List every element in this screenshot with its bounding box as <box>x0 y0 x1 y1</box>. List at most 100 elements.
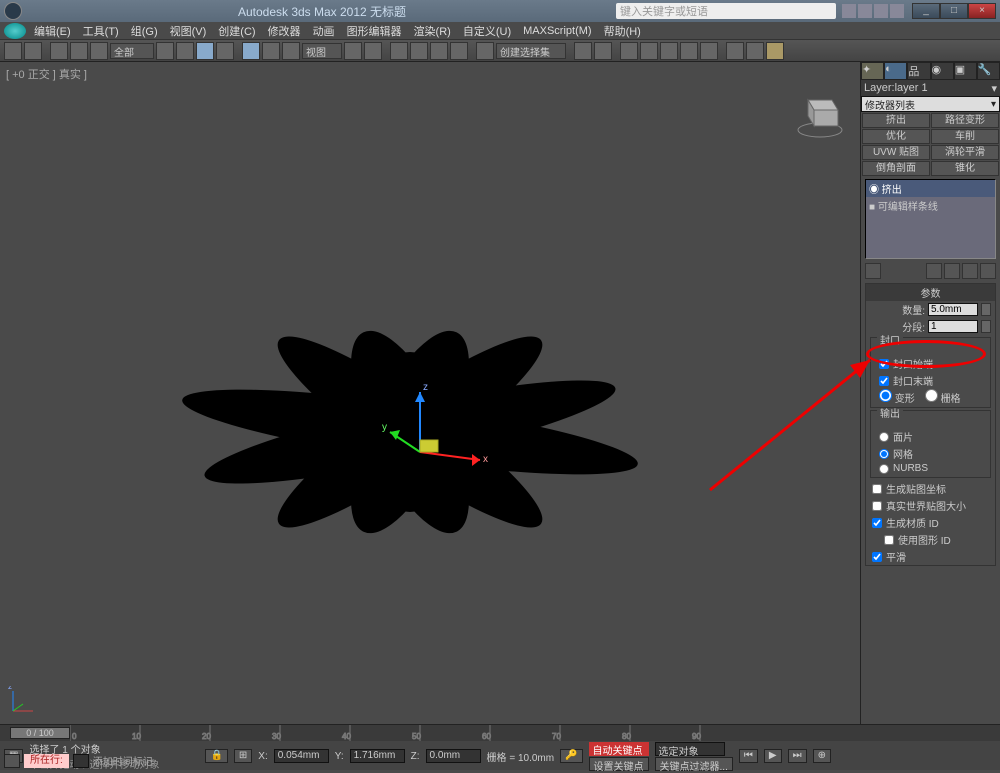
x-coord-field[interactable]: 0.054mm <box>274 749 329 763</box>
star-icon[interactable] <box>858 4 872 18</box>
key-icon-button[interactable]: 🔑 <box>560 749 582 763</box>
mod-bevelprofile-button[interactable]: 倒角剖面 <box>862 161 930 176</box>
help-icon[interactable] <box>842 4 856 18</box>
listener-line-label[interactable]: 所在行: <box>24 754 69 768</box>
pin-stack-button[interactable] <box>865 263 881 279</box>
undo-button[interactable] <box>4 42 22 60</box>
lock-selection-button[interactable]: 🔒 <box>205 749 227 763</box>
remove-mod-button[interactable] <box>962 263 978 279</box>
gen-matid-checkbox[interactable] <box>872 518 882 528</box>
viewport-nav-button[interactable]: ⊕ <box>813 749 831 763</box>
graphite-button[interactable] <box>640 42 658 60</box>
scale-button[interactable] <box>282 42 300 60</box>
layer-selector[interactable]: Layer:layer 1 ▾ <box>861 80 1000 96</box>
layers-button[interactable] <box>620 42 638 60</box>
select-button[interactable] <box>156 42 174 60</box>
realworld-checkbox[interactable] <box>872 501 882 511</box>
output-patch-radio[interactable] <box>879 432 889 442</box>
mini-listener-button[interactable] <box>73 754 89 768</box>
curve-editor-button[interactable] <box>660 42 678 60</box>
mod-pathdeform-button[interactable]: 路径变形 <box>931 113 999 128</box>
angle-snap-button[interactable] <box>410 42 428 60</box>
select-name-button[interactable] <box>176 42 194 60</box>
max-logo-icon[interactable] <box>4 23 26 39</box>
menu-customize[interactable]: 自定义(U) <box>463 23 511 39</box>
play-prev-button[interactable]: ⏮ <box>739 749 758 763</box>
amount-spinner[interactable]: 5.0mm <box>928 303 978 316</box>
smooth-checkbox[interactable] <box>872 552 882 562</box>
viewcube[interactable] <box>790 82 850 142</box>
play-next-button[interactable]: ⏭ <box>788 749 807 763</box>
render-frame-button[interactable] <box>746 42 764 60</box>
set-key-button[interactable]: 设置关键点 <box>589 757 649 771</box>
configure-sets-button[interactable] <box>980 263 996 279</box>
unlink-button[interactable] <box>70 42 88 60</box>
menu-modifiers[interactable]: 修改器 <box>268 23 301 39</box>
menu-tools[interactable]: 工具(T) <box>83 23 119 39</box>
gen-mapping-checkbox[interactable] <box>872 484 882 494</box>
tab-utilities[interactable]: 🔧 <box>977 62 1000 80</box>
mod-turbosmooth-button[interactable]: 涡轮平滑 <box>931 145 999 160</box>
menu-animation[interactable]: 动画 <box>313 23 335 39</box>
grid-radio[interactable]: 栅格 <box>925 389 961 405</box>
modifier-stack[interactable]: ◉ 挤出 ■ 可编辑样条线 <box>865 179 996 259</box>
tab-hierarchy[interactable]: 品 <box>907 62 930 80</box>
play-button[interactable]: ▶ <box>764 749 782 763</box>
stack-item-extrude[interactable]: ◉ 挤出 <box>866 180 995 197</box>
pivot-button[interactable] <box>344 42 362 60</box>
manipulate-button[interactable] <box>364 42 382 60</box>
named-sel-combo[interactable]: 创建选择集 <box>496 43 566 59</box>
y-coord-field[interactable]: 1.716mm <box>350 749 405 763</box>
segments-spin-buttons[interactable] <box>981 320 991 333</box>
output-nurbs-radio[interactable] <box>879 464 889 474</box>
mod-extrude-button[interactable]: 挤出 <box>862 113 930 128</box>
key-filter-button[interactable]: 关键点过滤器... <box>655 757 733 771</box>
cap-start-checkbox[interactable] <box>879 359 889 369</box>
tab-motion[interactable]: ◉ <box>931 62 954 80</box>
window-crossing-button[interactable] <box>216 42 234 60</box>
align-button[interactable] <box>594 42 612 60</box>
search-input[interactable]: 键入关键字或短语 <box>616 3 836 19</box>
snap-toggle-button[interactable] <box>390 42 408 60</box>
minimize-button[interactable]: _ <box>912 3 940 19</box>
mod-lathe-button[interactable]: 车削 <box>931 129 999 144</box>
tab-display[interactable]: ▣ <box>954 62 977 80</box>
menu-grapheditors[interactable]: 图形编辑器 <box>347 23 402 39</box>
link-button[interactable] <box>50 42 68 60</box>
z-coord-field[interactable]: 0.0mm <box>426 749 481 763</box>
redo-button[interactable] <box>24 42 42 60</box>
add-time-tag-label[interactable]: 添加时间标记 <box>93 753 153 768</box>
amount-spin-buttons[interactable] <box>981 303 991 316</box>
key-sel-combo[interactable]: 选定对象 <box>655 742 725 756</box>
cap-end-checkbox[interactable] <box>879 376 889 386</box>
menu-help[interactable]: 帮助(H) <box>604 23 641 39</box>
maximize-button[interactable]: □ <box>940 3 968 19</box>
selection-filter-combo[interactable]: 全部 <box>110 43 154 59</box>
render-button[interactable] <box>766 42 784 60</box>
use-shapeid-checkbox[interactable] <box>884 535 894 545</box>
tab-create[interactable]: ✦ <box>861 62 884 80</box>
mod-uvwmap-button[interactable]: UVW 贴图 <box>862 145 930 160</box>
move-gizmo[interactable]: x z y <box>380 382 500 502</box>
viewport-label[interactable]: [ +0 正交 ] 真实 ] <box>6 66 87 82</box>
morph-radio[interactable]: 变形 <box>879 389 915 405</box>
schematic-button[interactable] <box>680 42 698 60</box>
close-button[interactable]: × <box>968 3 996 19</box>
material-editor-button[interactable] <box>700 42 718 60</box>
abs-mode-button[interactable]: ⊞ <box>234 749 252 763</box>
menu-maxscript[interactable]: MAXScript(M) <box>523 25 591 37</box>
time-slider[interactable]: 0 / 100 0 10 20 30 40 50 60 70 80 90 <box>0 725 1000 741</box>
script-toggle-button[interactable] <box>4 754 20 768</box>
bind-button[interactable] <box>90 42 108 60</box>
ref-coord-combo[interactable]: 视图 <box>302 43 342 59</box>
spinner-snap-button[interactable] <box>450 42 468 60</box>
menu-create[interactable]: 创建(C) <box>218 23 255 39</box>
make-unique-button[interactable] <box>944 263 960 279</box>
tab-modify[interactable]: ◐ <box>884 62 907 80</box>
render-setup-button[interactable] <box>726 42 744 60</box>
stack-item-spline[interactable]: ■ 可编辑样条线 <box>866 197 995 214</box>
viewport[interactable]: [ +0 正交 ] 真实 ] x z y <box>0 62 860 724</box>
show-result-button[interactable] <box>926 263 942 279</box>
edit-named-sel-button[interactable] <box>476 42 494 60</box>
menu-group[interactable]: 组(G) <box>131 23 158 39</box>
